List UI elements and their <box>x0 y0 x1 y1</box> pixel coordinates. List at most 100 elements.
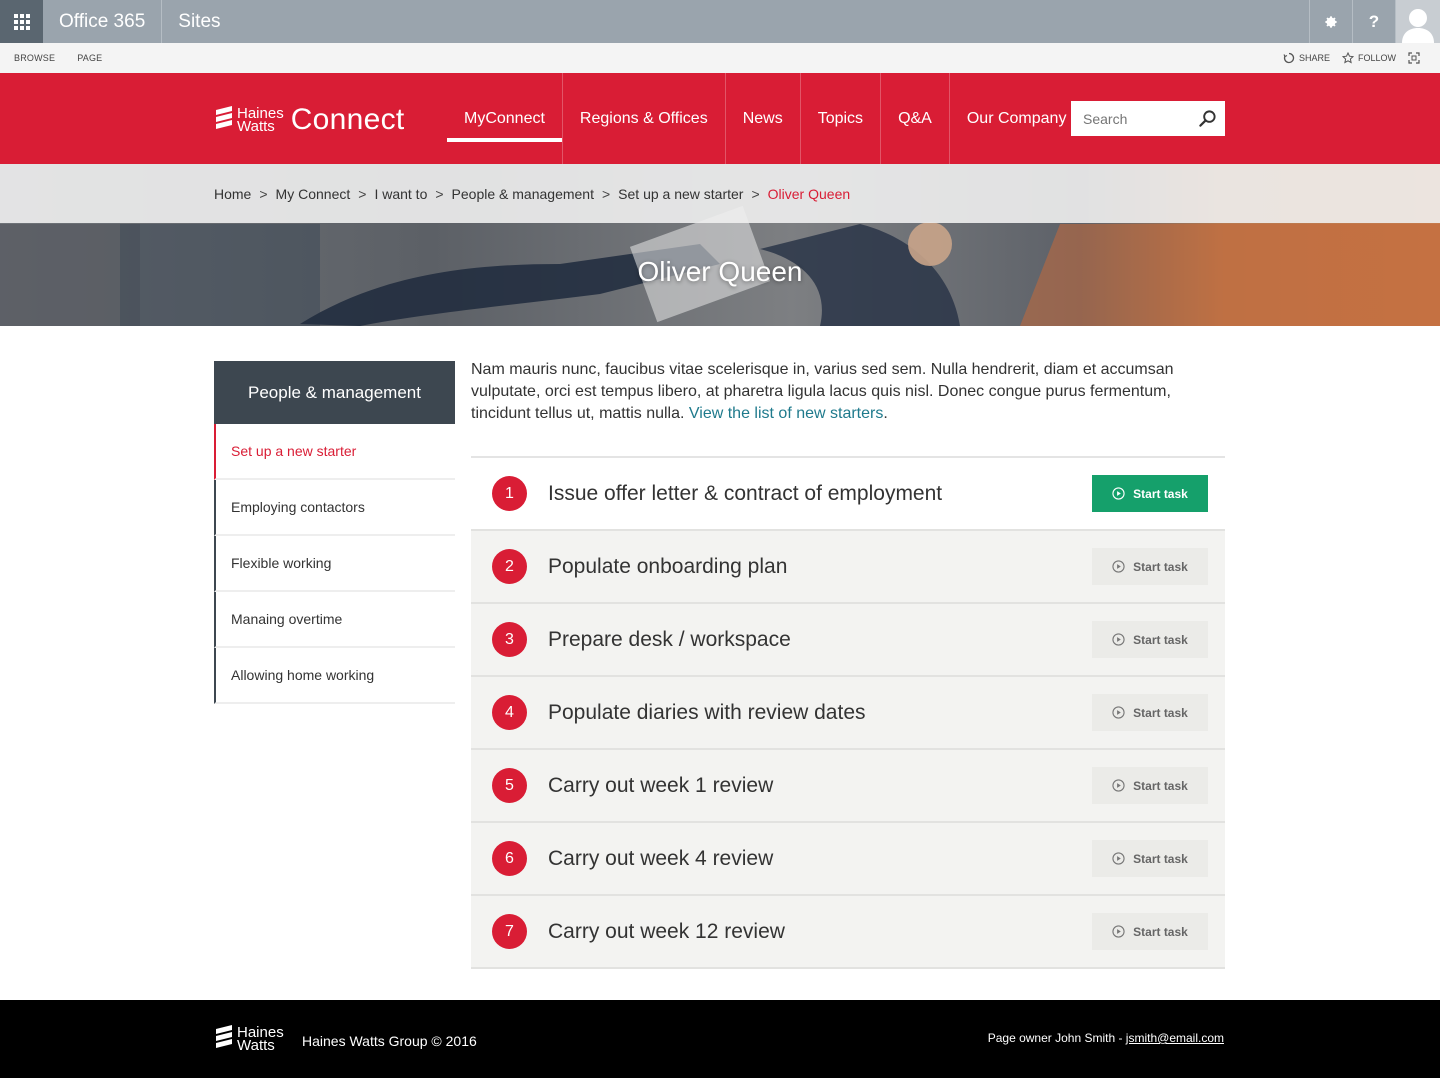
play-circle-icon <box>1112 779 1125 792</box>
task-row: 7 Carry out week 12 review Start task <box>471 896 1225 969</box>
nav-item-regions-offices[interactable]: Regions & Offices <box>561 73 725 164</box>
haines-watts-mark-icon <box>216 1025 232 1048</box>
play-circle-icon <box>1112 706 1125 719</box>
task-label: Populate diaries with review dates <box>548 700 866 724</box>
task-label: Populate onboarding plan <box>548 554 788 578</box>
footer-logo-line2: Watts <box>237 1037 275 1054</box>
sidebar-item-flexible-working[interactable]: Flexible working <box>214 536 455 592</box>
page-owner: Page owner John Smith - jsmith@email.com <box>988 1031 1224 1045</box>
star-icon <box>1341 52 1354 64</box>
start-task-button[interactable]: Start task <box>1092 694 1208 731</box>
page-title: Oliver Queen <box>637 256 803 287</box>
haines-watts-mark-icon <box>216 106 232 129</box>
task-row: 1 Issue offer letter & contract of emplo… <box>471 458 1225 531</box>
footer-logo: Haines Watts <box>214 1025 291 1053</box>
new-starters-link[interactable]: View the list of new starters <box>689 405 883 422</box>
sidebar-heading: People & management <box>214 361 455 424</box>
footer-copyright: Haines Watts Group © 2016 <box>302 1033 477 1049</box>
focus-icon <box>1408 52 1420 64</box>
logo-line2: Watts <box>237 118 275 135</box>
task-number-badge: 7 <box>492 914 527 949</box>
page-owner-text: Page owner John Smith - <box>987 1031 1126 1045</box>
sidebar-item-employing-contactors[interactable]: Employing contactors <box>214 480 455 536</box>
suite-bar: Office 365 Sites ? <box>0 0 1440 43</box>
start-task-label: Start task <box>1133 924 1188 939</box>
page-banner: Home > My Connect > I want to > People &… <box>0 164 1440 326</box>
breadcrumb-current: Oliver Queen <box>767 185 851 202</box>
nav-item-qa[interactable]: Q&A <box>880 73 949 164</box>
site-header: Haines Watts Connect MyConnect Regions &… <box>0 73 1440 164</box>
nav-item-topics[interactable]: Topics <box>799 73 880 164</box>
sidebar-item-set-up-new-starter[interactable]: Set up a new starter <box>214 424 455 480</box>
settings-button[interactable] <box>1309 0 1352 43</box>
start-task-button[interactable]: Start task <box>1092 475 1208 512</box>
start-task-label: Start task <box>1133 559 1188 574</box>
breadcrumb-separator: > <box>435 185 444 202</box>
follow-button[interactable]: FOLLOW <box>1341 52 1396 64</box>
breadcrumb-separator: > <box>259 185 268 202</box>
sidebar-item-managing-overtime[interactable]: Manaing overtime <box>214 592 455 648</box>
task-number-badge: 5 <box>492 768 527 803</box>
breadcrumb-i-want-to[interactable]: I want to <box>374 186 427 202</box>
follow-label: FOLLOW <box>1357 53 1396 63</box>
breadcrumb-people-management[interactable]: People & management <box>452 186 594 202</box>
task-row: 2 Populate onboarding plan Start task <box>471 531 1225 604</box>
focus-content-button[interactable] <box>1408 52 1420 64</box>
ribbon-bar: BROWSE PAGE SHARE FOLLOW <box>0 43 1440 73</box>
sidebar-item-home-working[interactable]: Allowing home working <box>214 648 455 704</box>
task-list: 1 Issue offer letter & contract of emplo… <box>471 456 1225 969</box>
ribbon-tab-page[interactable]: PAGE <box>77 53 102 63</box>
waffle-icon <box>13 13 30 30</box>
start-task-button[interactable]: Start task <box>1092 840 1208 877</box>
task-number-badge: 3 <box>492 622 527 657</box>
task-number-badge: 4 <box>492 695 527 730</box>
breadcrumb-separator: > <box>358 185 367 202</box>
play-circle-icon <box>1112 925 1125 938</box>
breadcrumb-my-connect[interactable]: My Connect <box>276 186 351 202</box>
ribbon-tab-browse[interactable]: BROWSE <box>14 53 55 63</box>
intro-paragraph: Nam mauris nunc, faucibus vitae sceleris… <box>471 359 1211 425</box>
task-label: Issue offer letter & contract of employm… <box>548 481 943 505</box>
nav-item-news[interactable]: News <box>724 73 800 164</box>
sites-link[interactable]: Sites <box>162 0 236 43</box>
main-nav: MyConnect Regions & Offices News Topics … <box>447 73 1083 164</box>
start-task-label: Start task <box>1133 705 1188 720</box>
page-owner-email-link[interactable]: jsmith@email.com <box>1126 1031 1224 1045</box>
office365-link[interactable]: Office 365 <box>43 0 163 43</box>
task-number-badge: 2 <box>492 549 527 584</box>
share-icon <box>1283 52 1295 64</box>
search-icon[interactable] <box>1198 109 1217 128</box>
app-launcher-button[interactable] <box>0 0 43 43</box>
task-label: Carry out week 12 review <box>548 919 785 943</box>
share-label: SHARE <box>1298 53 1330 63</box>
start-task-button[interactable]: Start task <box>1092 913 1208 950</box>
play-circle-icon <box>1112 487 1125 500</box>
start-task-label: Start task <box>1133 851 1188 866</box>
site-footer: Haines Watts Haines Watts Group © 2016 P… <box>0 1000 1440 1078</box>
start-task-button[interactable]: Start task <box>1092 548 1208 585</box>
product-name: Connect <box>290 103 405 136</box>
task-row: 5 Carry out week 1 review Start task <box>471 750 1225 823</box>
task-label: Carry out week 4 review <box>548 846 774 870</box>
play-circle-icon <box>1112 852 1125 865</box>
start-task-button[interactable]: Start task <box>1092 621 1208 658</box>
search-input[interactable] <box>1083 110 1195 127</box>
nav-item-our-company[interactable]: Our Company <box>948 73 1084 164</box>
site-logo[interactable]: Haines Watts Connect <box>214 103 405 137</box>
breadcrumb-set-up-new-starter[interactable]: Set up a new starter <box>618 186 743 202</box>
help-button[interactable]: ? <box>1352 0 1395 43</box>
sidebar: People & management Set up a new starter… <box>214 361 455 704</box>
play-circle-icon <box>1112 560 1125 573</box>
share-button[interactable]: SHARE <box>1283 52 1330 64</box>
start-task-button[interactable]: Start task <box>1092 767 1208 804</box>
task-label: Carry out week 1 review <box>548 773 774 797</box>
breadcrumb-separator: > <box>751 185 760 202</box>
task-number-badge: 1 <box>492 476 527 511</box>
task-row: 4 Populate diaries with review dates Sta… <box>471 677 1225 750</box>
breadcrumb-home[interactable]: Home <box>214 186 251 202</box>
gear-icon <box>1325 15 1337 28</box>
task-row: 6 Carry out week 4 review Start task <box>471 823 1225 896</box>
nav-item-myconnect[interactable]: MyConnect <box>447 73 562 164</box>
task-number-badge: 6 <box>492 841 527 876</box>
user-avatar-button[interactable] <box>1395 0 1440 43</box>
